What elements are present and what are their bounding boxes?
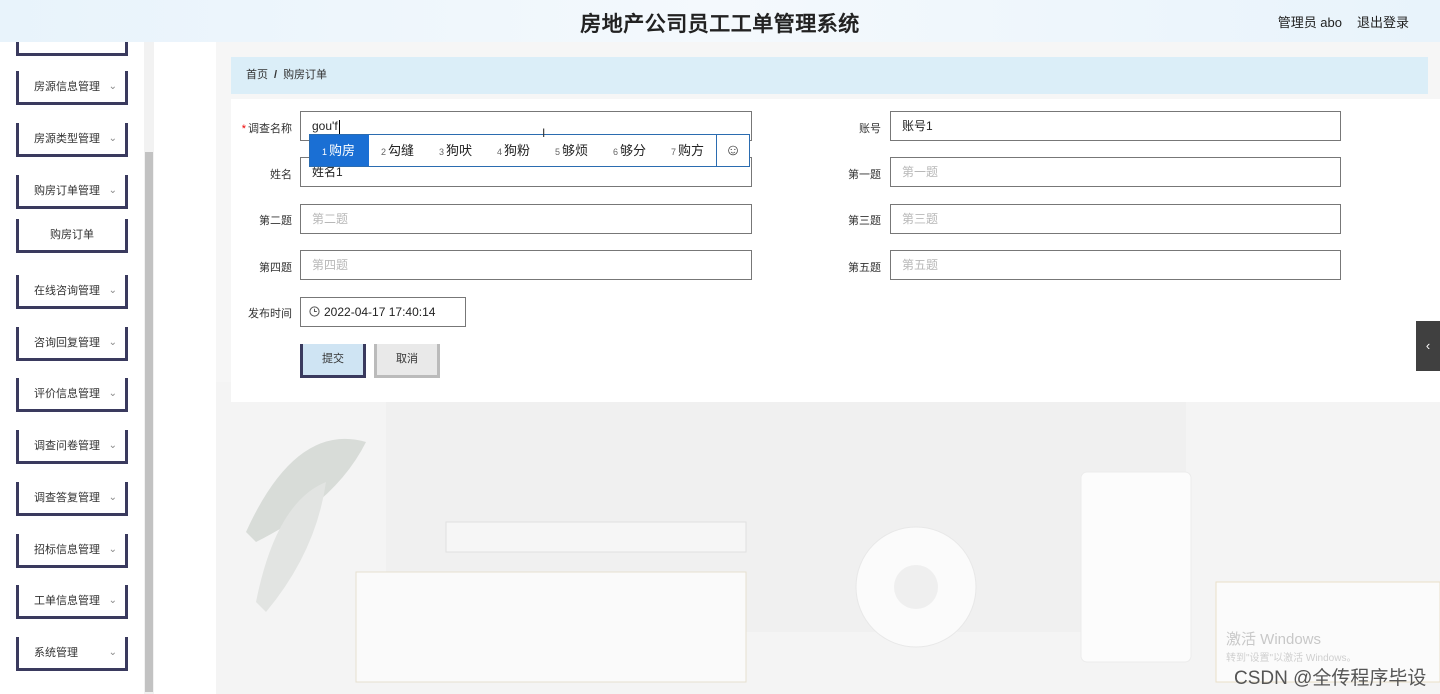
ime-candidate[interactable]: 5 够烦 bbox=[555, 135, 588, 166]
ime-candidate[interactable]: 4 狗粉 bbox=[497, 135, 530, 166]
emoji-icon[interactable]: ☺ bbox=[716, 135, 749, 166]
ime-candidate-bar: 1 购房 2 勾缝 3 狗吠 4 狗粉 5 够烦 6 够分 7 购方 ☺ bbox=[309, 134, 750, 167]
sidebar-item-label: 系统管理 bbox=[34, 647, 78, 659]
sidebar-item-label: 咨询回复管理 bbox=[34, 337, 100, 349]
sidebar-item-purchase-orders[interactable]: 购房订单管理 ⌄ bbox=[16, 175, 128, 209]
sidebar: 房源信息管理 ⌄ 房源类型管理 ⌄ 购房订单管理 ⌄ 购房订单 在线咨询管理 ⌄… bbox=[0, 42, 156, 694]
sidebar-item-label: 招标信息管理 bbox=[34, 544, 100, 556]
name-label: 姓名 bbox=[270, 169, 292, 181]
ime-candidate[interactable]: 2 勾缝 bbox=[381, 135, 414, 166]
account-input[interactable]: 账号1 bbox=[890, 111, 1341, 141]
ime-candidate[interactable]: 7 购方 bbox=[671, 135, 704, 166]
chevron-down-icon: ⌄ bbox=[108, 440, 117, 451]
chevron-left-icon: ‹ bbox=[1425, 338, 1431, 353]
sidebar-scroll-thumb[interactable] bbox=[145, 152, 153, 692]
ime-candidate[interactable]: 6 够分 bbox=[613, 135, 646, 166]
ime-candidate[interactable]: 1 购房 bbox=[310, 135, 369, 166]
clock-icon bbox=[309, 299, 320, 327]
q1-input[interactable]: 第一题 bbox=[890, 157, 1341, 187]
sidebar-item-label: 购房订单 bbox=[50, 229, 94, 241]
chevron-down-icon: ⌄ bbox=[108, 492, 117, 503]
chevron-down-icon: ⌄ bbox=[108, 81, 117, 92]
q5-input[interactable]: 第五题 bbox=[890, 250, 1341, 280]
chevron-down-icon: ⌄ bbox=[108, 337, 117, 348]
csdn-watermark: CSDN @全传程序毕设 bbox=[1234, 668, 1427, 689]
ime-candidate[interactable]: 3 狗吠 bbox=[439, 135, 472, 166]
sidebar-item-survey-replies[interactable]: 调查答复管理 ⌄ bbox=[16, 482, 128, 516]
sidebar-item-label: 房源类型管理 bbox=[34, 133, 100, 145]
logout-link[interactable]: 退出登录 bbox=[1357, 12, 1409, 31]
q1-label: 第一题 bbox=[848, 169, 881, 181]
publish-time-picker[interactable]: 2022-04-17 17:40:14 bbox=[300, 297, 466, 327]
breadcrumb-separator: / bbox=[274, 69, 278, 81]
sidebar-item-house-info[interactable]: 房源信息管理 ⌄ bbox=[16, 71, 128, 105]
sidebar-subitem-purchase-order[interactable]: 购房订单 bbox=[16, 219, 128, 253]
publish-time-value: 2022-04-17 17:40:14 bbox=[324, 305, 436, 319]
collapse-panel-tab[interactable]: ‹ bbox=[1416, 321, 1440, 371]
sidebar-item-label: 调查问卷管理 bbox=[34, 440, 100, 452]
sidebar-item-hidden bbox=[16, 42, 128, 56]
chevron-down-icon: ⌄ bbox=[108, 185, 117, 196]
q2-input[interactable]: 第二题 bbox=[300, 204, 752, 234]
activate-windows-subtitle: 转到"设置"以激活 Windows。 bbox=[1226, 653, 1357, 664]
sidebar-item-online-consult[interactable]: 在线咨询管理 ⌄ bbox=[16, 275, 128, 309]
sidebar-item-consult-reply[interactable]: 咨询回复管理 ⌄ bbox=[16, 327, 128, 361]
q4-label: 第四题 bbox=[259, 262, 292, 274]
sidebar-item-tenders[interactable]: 招标信息管理 ⌄ bbox=[16, 534, 128, 568]
name-value: 姓名1 bbox=[312, 165, 343, 179]
top-header: 房地产公司员工工单管理系统 管理员 abo 退出登录 bbox=[0, 0, 1440, 42]
chevron-down-icon: ⌄ bbox=[108, 388, 117, 399]
q2-label: 第二题 bbox=[259, 215, 292, 227]
q5-label: 第五题 bbox=[848, 262, 881, 274]
sidebar-item-house-type[interactable]: 房源类型管理 ⌄ bbox=[16, 123, 128, 157]
required-mark: * bbox=[241, 123, 246, 135]
text-caret bbox=[338, 119, 340, 134]
sidebar-item-label: 房源信息管理 bbox=[34, 81, 100, 93]
sidebar-item-label: 评价信息管理 bbox=[34, 388, 100, 400]
sidebar-item-system[interactable]: 系统管理 ⌄ bbox=[16, 637, 128, 671]
current-user-label: 管理员 abo bbox=[1277, 15, 1342, 30]
survey-name-value: gou'f bbox=[312, 119, 338, 133]
activate-windows-title: 激活 Windows bbox=[1226, 631, 1322, 648]
app-title: 房地产公司员工工单管理系统 bbox=[580, 12, 860, 36]
chevron-down-icon: ⌄ bbox=[108, 647, 117, 658]
submit-button[interactable]: 提交 bbox=[300, 344, 366, 378]
account-value: 账号1 bbox=[902, 119, 933, 133]
sidebar-item-reviews[interactable]: 评价信息管理 ⌄ bbox=[16, 378, 128, 412]
chevron-down-icon: ⌄ bbox=[108, 133, 117, 144]
survey-name-label: * 调查名称 bbox=[228, 120, 292, 136]
chevron-down-icon: ⌄ bbox=[108, 544, 117, 555]
breadcrumb-home[interactable]: 首页 bbox=[246, 69, 268, 81]
sidebar-item-work-orders[interactable]: 工单信息管理 ⌄ bbox=[16, 585, 128, 619]
q4-input[interactable]: 第四题 bbox=[300, 250, 752, 280]
sidebar-item-label: 工单信息管理 bbox=[34, 595, 100, 607]
breadcrumb-current: 购房订单 bbox=[283, 69, 328, 81]
chevron-down-icon: ⌄ bbox=[108, 595, 117, 606]
q3-input[interactable]: 第三题 bbox=[890, 204, 1341, 234]
sidebar-item-questionnaire[interactable]: 调查问卷管理 ⌄ bbox=[16, 430, 128, 464]
cancel-button[interactable]: 取消 bbox=[374, 344, 440, 378]
publish-time-label: 发布时间 bbox=[248, 308, 292, 320]
sidebar-item-label: 购房订单管理 bbox=[34, 185, 100, 197]
breadcrumb: 首页 / 购房订单 bbox=[231, 57, 1428, 94]
q3-label: 第三题 bbox=[848, 215, 881, 227]
text-cursor-icon: I bbox=[542, 126, 546, 140]
sidebar-item-label: 在线咨询管理 bbox=[34, 285, 100, 297]
sidebar-item-label: 调查答复管理 bbox=[34, 492, 100, 504]
chevron-down-icon: ⌄ bbox=[108, 285, 117, 296]
account-label: 账号 bbox=[859, 123, 881, 135]
survey-name-label-text: 调查名称 bbox=[248, 123, 292, 135]
